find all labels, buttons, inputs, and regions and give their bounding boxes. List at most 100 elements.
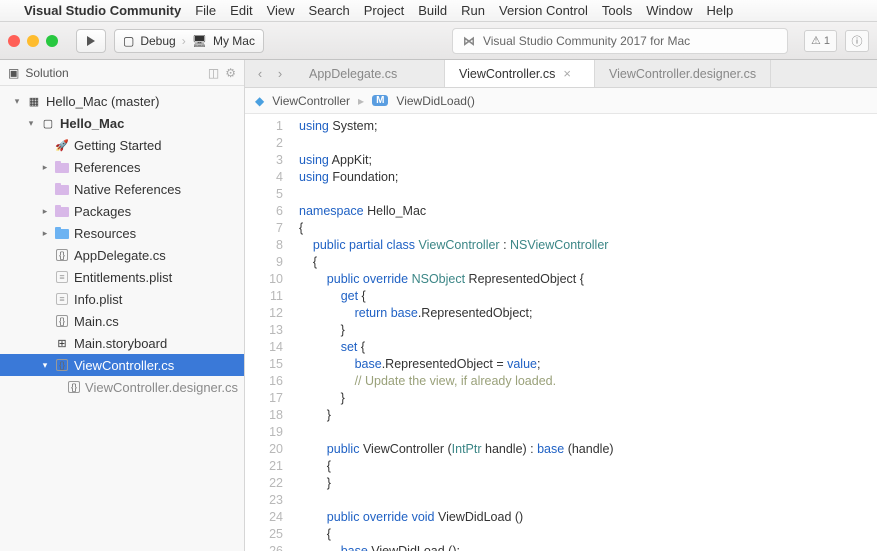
project-node[interactable]: ▾▢Hello_Mac (0, 112, 244, 134)
editor-tab[interactable]: ViewController.cs × (445, 60, 595, 87)
menu-file[interactable]: File (195, 3, 216, 18)
line-gutter: 1234567891011121314151617181920212223242… (245, 114, 293, 551)
tab-label: ViewController.cs (459, 67, 555, 81)
menu-edit[interactable]: Edit (230, 3, 252, 18)
folder-ref-icon (54, 203, 70, 219)
sb-icon: ⊞ (54, 335, 70, 351)
tree-item-label: AppDelegate.cs (74, 248, 166, 263)
editor-tabs: ‹ › AppDelegate.csViewController.cs×View… (245, 60, 877, 88)
editor-tab[interactable]: AppDelegate.cs (295, 60, 445, 87)
tree-item-label: Native References (74, 182, 181, 197)
toolbar: ▢ Debug › 🖥 My Mac ⋈ Visual Studio Commu… (0, 22, 877, 60)
app-menu[interactable]: Visual Studio Community (24, 3, 181, 18)
editor-tab[interactable]: ViewController.designer.cs (595, 60, 771, 87)
menu-tools[interactable]: Tools (602, 3, 632, 18)
code-lines[interactable]: using System; using AppKit; using Founda… (293, 114, 877, 551)
tree-item[interactable]: ⊞ Main.storyboard (0, 332, 244, 354)
device-icon: ▢ (123, 34, 134, 48)
window-controls (8, 35, 58, 47)
notifications-button[interactable]: ⓘ (845, 30, 869, 52)
pad-pin-icon[interactable]: ▣ (8, 66, 19, 80)
menu-search[interactable]: Search (309, 3, 350, 18)
menu-build[interactable]: Build (418, 3, 447, 18)
tree-item[interactable]: ≡ Entitlements.plist (0, 266, 244, 288)
play-icon (87, 36, 95, 46)
info-icon: ⓘ (852, 33, 863, 49)
cs-icon: {} (54, 247, 70, 263)
folder-ref-icon (54, 159, 70, 175)
tab-label: AppDelegate.cs (309, 67, 397, 81)
solution-pad-header: ▣ Solution ◫ ⚙ (0, 60, 244, 86)
code-editor[interactable]: 1234567891011121314151617181920212223242… (245, 114, 877, 551)
breadcrumb-method[interactable]: ViewDidLoad() (396, 94, 475, 108)
zoom-window-button[interactable] (46, 35, 58, 47)
tree-item[interactable]: ▾{}ViewController.cs (0, 354, 244, 376)
target-label: My Mac (213, 34, 255, 48)
mac-menubar: Visual Studio Community File Edit View S… (0, 0, 877, 22)
menu-view[interactable]: View (267, 3, 295, 18)
tree-item[interactable]: {} ViewController.designer.cs (0, 376, 244, 398)
warning-icon: ⚠ (811, 34, 821, 47)
tree-item-label: ViewController.cs (74, 358, 174, 373)
class-icon: ◆ (255, 94, 264, 108)
cs-icon: {} (54, 313, 70, 329)
nav-forward-button[interactable]: › (271, 66, 289, 81)
breadcrumb-class[interactable]: ViewController (272, 94, 350, 108)
pad-autohide-icon[interactable]: ◫ (208, 66, 219, 80)
config-label: Debug (140, 34, 175, 48)
tree-item-label: Entitlements.plist (74, 270, 172, 285)
solution-tree[interactable]: ▾▦Hello_Mac (master)▾▢Hello_Mac 🚀 Getting … (0, 86, 244, 402)
tree-item-label: Main.cs (74, 314, 119, 329)
chevron-right-icon: ▸ (358, 94, 364, 108)
menu-version-control[interactable]: Version Control (499, 3, 588, 18)
folder-icon (54, 225, 70, 241)
cs-icon: {} (54, 357, 70, 373)
warnings-badge[interactable]: ⚠ 1 (804, 30, 837, 52)
status-text: Visual Studio Community 2017 for Mac (483, 34, 690, 48)
chevron-right-icon: › (182, 34, 186, 48)
run-button[interactable] (76, 29, 106, 53)
nav-back-button[interactable]: ‹ (251, 66, 269, 81)
visual-studio-icon: ⋈ (463, 34, 475, 48)
tree-item-label: Resources (74, 226, 136, 241)
method-icon: M (372, 95, 388, 106)
tree-item[interactable]: ≡ Info.plist (0, 288, 244, 310)
pad-title: Solution (25, 66, 68, 80)
tree-item-label: Packages (74, 204, 131, 219)
breadcrumb: ◆ ViewController ▸ M ViewDidLoad() (245, 88, 877, 114)
tree-item[interactable]: ▸Packages (0, 200, 244, 222)
plist-icon: ≡ (54, 291, 70, 307)
rocket-icon: 🚀 (54, 137, 70, 153)
tree-item-label: References (74, 160, 140, 175)
run-config-selector[interactable]: ▢ Debug › 🖥 My Mac (114, 29, 264, 53)
warning-count: 1 (824, 35, 830, 47)
tab-history-nav: ‹ › (245, 60, 295, 87)
tree-item[interactable]: {} AppDelegate.cs (0, 244, 244, 266)
editor-area: ‹ › AppDelegate.csViewController.cs×View… (245, 60, 877, 551)
close-tab-icon[interactable]: × (563, 66, 571, 81)
tree-item[interactable]: 🚀 Getting Started (0, 134, 244, 156)
tree-item[interactable]: ▸Resources (0, 222, 244, 244)
folder-ref-icon (54, 181, 70, 197)
minimize-window-button[interactable] (27, 35, 39, 47)
close-window-button[interactable] (8, 35, 20, 47)
menu-project[interactable]: Project (364, 3, 404, 18)
cs-icon: {} (67, 379, 81, 395)
monitor-icon: 🖥 (192, 34, 207, 48)
tree-item-label: ViewController.designer.cs (85, 380, 238, 395)
tree-item-label: Main.storyboard (74, 336, 167, 351)
tree-item[interactable]: {} Main.cs (0, 310, 244, 332)
tree-item[interactable]: Native References (0, 178, 244, 200)
menu-help[interactable]: Help (706, 3, 733, 18)
tree-item-label: Info.plist (74, 292, 122, 307)
tree-item-label: Getting Started (74, 138, 161, 153)
plist-icon: ≡ (54, 269, 70, 285)
tab-label: ViewController.designer.cs (609, 67, 756, 81)
tree-item[interactable]: ▸References (0, 156, 244, 178)
menu-run[interactable]: Run (461, 3, 485, 18)
menu-window[interactable]: Window (646, 3, 692, 18)
solution-pad: ▣ Solution ◫ ⚙ ▾▦Hello_Mac (master)▾▢Hel… (0, 60, 245, 551)
status-bar: ⋈ Visual Studio Community 2017 for Mac (452, 28, 788, 54)
solution-root[interactable]: ▾▦Hello_Mac (master) (0, 90, 244, 112)
pad-options-icon[interactable]: ⚙ (225, 66, 236, 80)
